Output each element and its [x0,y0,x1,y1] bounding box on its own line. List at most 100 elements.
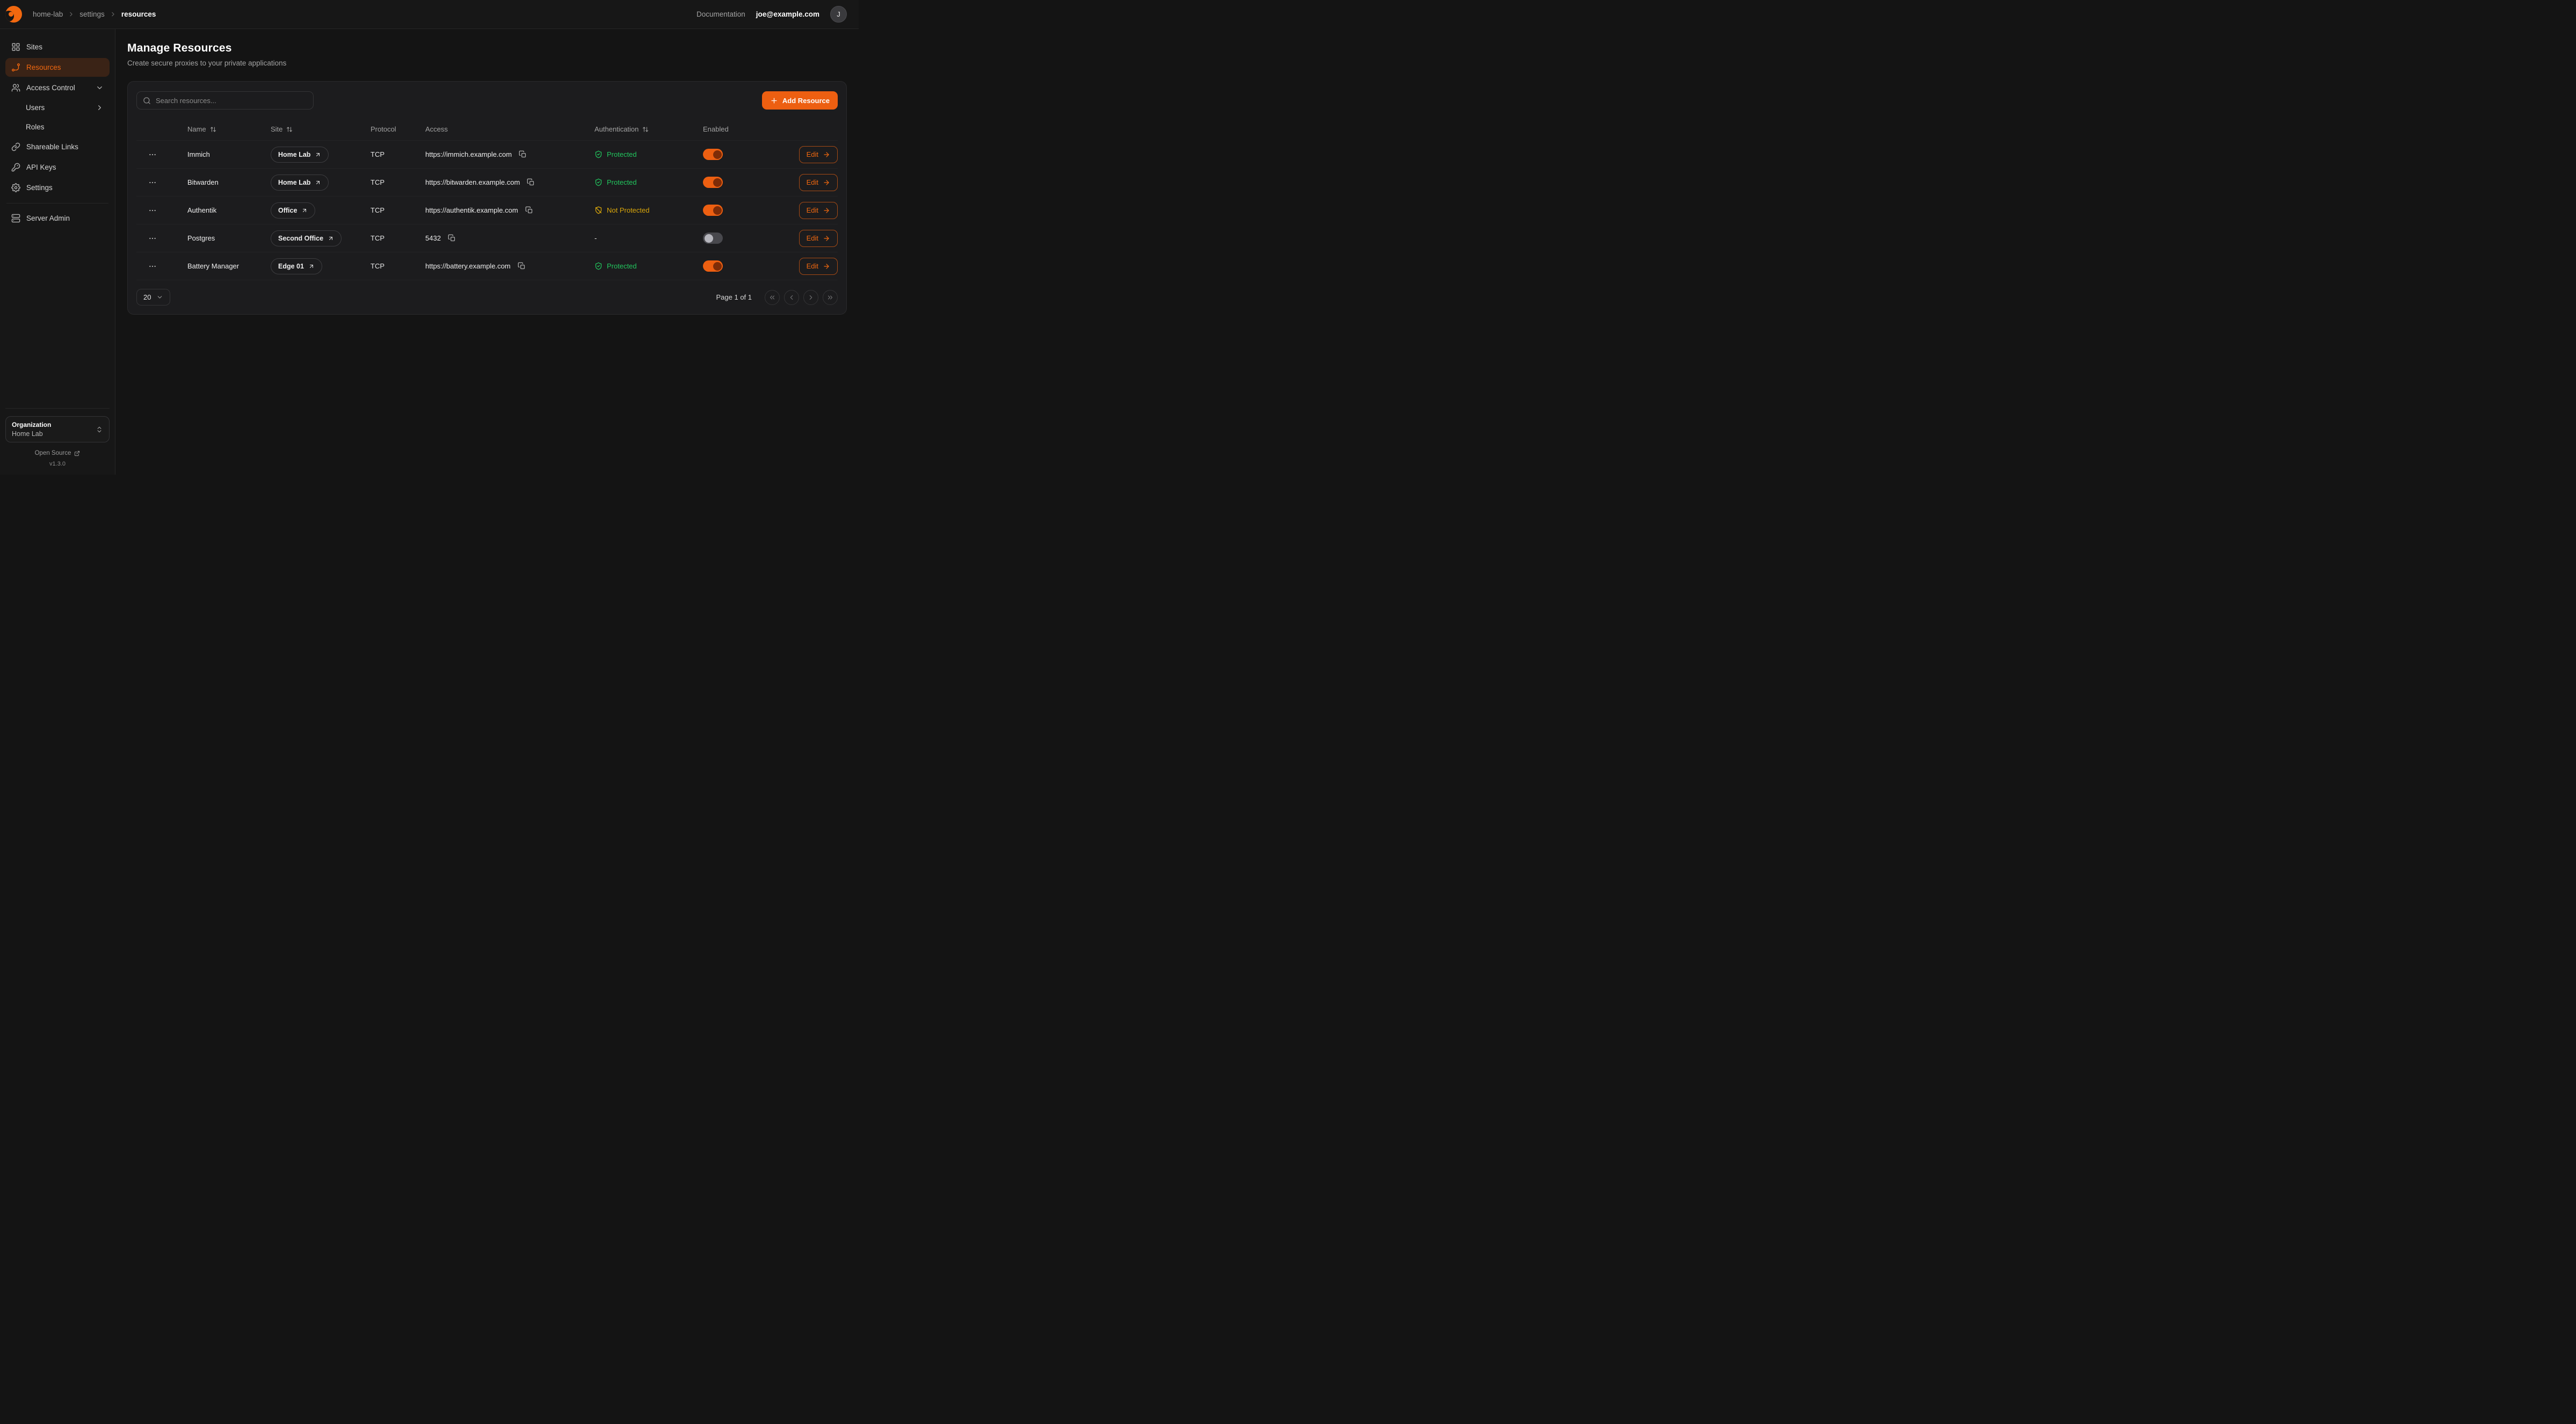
toggle-knob [713,262,722,271]
enabled-toggle[interactable] [703,260,723,272]
search-input[interactable] [156,97,307,105]
resource-name: Postgres [187,234,271,242]
organization-selector[interactable]: Organization Home Lab [5,416,110,442]
open-source-link[interactable]: Open Source [5,450,110,456]
ellipsis-icon [148,262,157,271]
edit-button[interactable]: Edit [799,230,838,247]
edit-label: Edit [807,206,818,214]
enabled-toggle[interactable] [703,205,723,216]
auth-status: - [594,234,597,242]
sort-icon[interactable] [286,126,293,133]
row-actions-button[interactable] [146,204,159,217]
row-actions-button[interactable] [146,232,159,245]
page-info: Page 1 of 1 [716,293,752,301]
table-footer: 20 Page 1 of 1 [136,289,838,306]
sidebar-item-users[interactable]: Users [5,99,110,117]
sidebar-item-sites[interactable]: Sites [5,38,110,56]
protocol: TCP [371,150,425,158]
protocol: TCP [371,178,425,186]
site-link[interactable]: Office [271,202,315,219]
grid-icon [11,42,20,52]
protocol: TCP [371,206,425,214]
breadcrumb-settings[interactable]: settings [79,10,105,18]
app-logo[interactable] [5,6,22,23]
previous-page-button[interactable] [784,290,799,305]
access-value: https://bitwarden.example.com [425,178,520,186]
breadcrumb-org[interactable]: home-lab [33,10,63,18]
next-page-button[interactable] [803,290,818,305]
table-toolbar: Add Resource [136,91,838,110]
sidebar-item-access-control[interactable]: Access Control [5,78,110,97]
copy-icon [519,150,527,158]
chevron-left-icon [788,294,795,301]
sort-icon[interactable] [642,126,649,133]
sidebar-item-shareable-links[interactable]: Shareable Links [5,137,110,156]
search-icon [143,97,151,105]
arrow-up-right-icon [301,207,308,214]
edit-button[interactable]: Edit [799,258,838,275]
enabled-toggle[interactable] [703,233,723,244]
logo-icon [5,11,14,21]
toggle-knob [713,206,722,215]
page-size-select[interactable]: 20 [136,289,170,306]
access-value: https://immich.example.com [425,150,512,158]
site-link[interactable]: Home Lab [271,147,329,163]
sidebar-item-label: Users [26,104,45,112]
sidebar-item-api-keys[interactable]: API Keys [5,158,110,177]
sidebar-item-roles[interactable]: Roles [5,118,110,136]
arrow-right-icon [823,263,830,270]
users-icon [11,83,20,92]
breadcrumb-resources: resources [121,10,156,18]
site-link[interactable]: Home Lab [271,175,329,191]
sidebar-item-settings[interactable]: Settings [5,178,110,197]
copy-button[interactable] [517,261,527,271]
row-actions-button[interactable] [146,176,159,189]
row-actions-button[interactable] [146,260,159,273]
site-link[interactable]: Second Office [271,230,342,246]
copy-button[interactable] [526,177,536,187]
add-resource-button[interactable]: Add Resource [762,91,838,110]
enabled-toggle[interactable] [703,149,723,160]
chevron-down-icon [156,294,163,301]
table-row: Immich Home Lab TCP https://immich.examp… [136,141,838,169]
link-icon [11,142,20,151]
first-page-button[interactable] [765,290,780,305]
table-row: Authentik Office TCP https://authentik.e… [136,197,838,224]
page-size-value: 20 [143,293,151,301]
edit-label: Edit [807,234,818,242]
chevrons-up-down-icon [96,426,103,433]
arrow-up-right-icon [315,151,321,158]
copy-icon [448,234,456,242]
page-title: Manage Resources [127,42,847,55]
access-value: 5432 [425,234,441,242]
organization-value: Home Lab [12,430,51,438]
edit-button[interactable]: Edit [799,202,838,219]
avatar[interactable]: J [830,6,847,23]
user-email[interactable]: joe@example.com [756,10,819,18]
site-link[interactable]: Edge 01 [271,258,322,274]
edit-button[interactable]: Edit [799,146,838,163]
arrow-up-right-icon [315,179,321,186]
header-authentication: Authentication [594,125,638,133]
copy-button[interactable] [447,233,457,243]
documentation-link[interactable]: Documentation [696,10,745,18]
enabled-toggle[interactable] [703,177,723,188]
plus-icon [770,97,778,105]
sidebar-item-resources[interactable]: Resources [5,58,110,77]
table-row: Battery Manager Edge 01 TCP https://batt… [136,252,838,280]
sidebar-item-server-admin[interactable]: Server Admin [5,209,110,228]
organization-label: Organization [12,421,51,428]
auth-status: Protected [607,178,637,186]
copy-button[interactable] [524,205,534,215]
header-enabled: Enabled [703,125,729,133]
edit-button[interactable]: Edit [799,174,838,191]
ellipsis-icon [148,206,157,215]
auth-status: Protected [607,150,637,158]
last-page-button[interactable] [823,290,838,305]
copy-icon [527,178,535,186]
row-actions-button[interactable] [146,148,159,161]
site-name: Second Office [278,235,323,242]
sidebar-item-label: Roles [26,123,45,131]
sort-icon[interactable] [210,126,216,133]
copy-button[interactable] [518,149,528,159]
